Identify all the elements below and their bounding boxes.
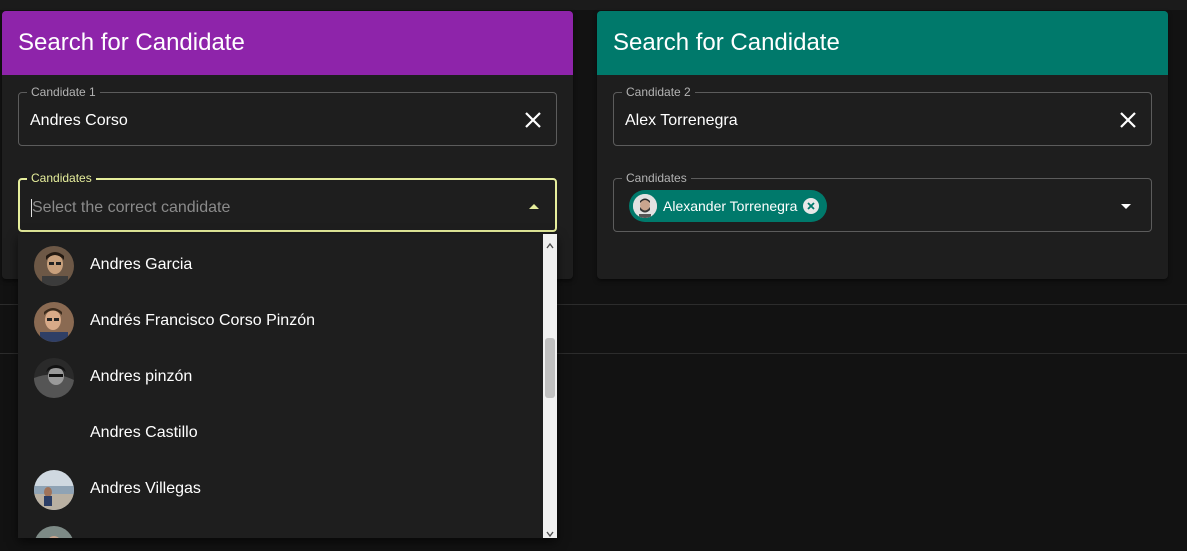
candidates-select-field[interactable]: Candidates Alexander Torrenegra	[613, 171, 1152, 232]
arrow-down-icon[interactable]	[1118, 199, 1134, 211]
list-item[interactable]: Andres Castillo	[18, 402, 543, 458]
field-label: Candidate 1	[27, 85, 100, 99]
candidates-search-input[interactable]: Select the correct candidate	[32, 198, 230, 218]
candidate-1-input[interactable]: Andres Corso	[30, 111, 128, 131]
app-page: Search for Candidate Candidate 1 Andres …	[0, 0, 1187, 551]
candidate-2-card: Search for Candidate Candidate 2 Alex To…	[597, 11, 1168, 279]
avatar	[34, 526, 74, 538]
scroll-down-arrow-icon[interactable]	[546, 525, 554, 538]
close-icon[interactable]	[1117, 109, 1139, 131]
list-item[interactable]	[18, 514, 543, 538]
arrow-up-icon[interactable]	[526, 200, 542, 212]
option-label: Andres Villegas	[90, 480, 201, 497]
option-label: Andres pinzón	[90, 368, 193, 385]
top-bar	[0, 0, 1187, 10]
scroll-up-arrow-icon[interactable]	[546, 237, 554, 249]
list-item[interactable]: Andres Garcia	[18, 234, 543, 290]
card-title: Search for Candidate	[18, 29, 245, 56]
scrollbar[interactable]	[543, 234, 557, 538]
cancel-icon[interactable]	[803, 198, 820, 214]
option-label: Andres Garcia	[90, 256, 193, 273]
list-item[interactable]: Andrés Francisco Corso Pinzón	[18, 290, 543, 346]
list-item[interactable]: Andres Villegas	[18, 458, 543, 514]
avatar	[34, 246, 74, 286]
card-header: Search for Candidate	[2, 11, 573, 75]
chip-label: Alexander Torrenegra	[663, 198, 798, 214]
list-item[interactable]: Andres pinzón	[18, 346, 543, 402]
candidates-select-field[interactable]: Candidates Select the correct candidate	[18, 171, 557, 232]
selected-candidate-chip[interactable]: Alexander Torrenegra	[629, 190, 828, 222]
avatar	[34, 302, 74, 342]
card-header: Search for Candidate	[597, 11, 1168, 75]
candidate-2-field[interactable]: Candidate 2 Alex Torrenegra	[613, 85, 1152, 146]
candidate-2-input[interactable]: Alex Torrenegra	[625, 111, 738, 131]
scrollbar-thumb[interactable]	[545, 338, 555, 398]
candidate-1-field[interactable]: Candidate 1 Andres Corso	[18, 85, 557, 146]
field-label: Candidates	[27, 171, 96, 185]
card-title: Search for Candidate	[613, 29, 840, 56]
avatar	[34, 470, 74, 510]
option-label: Andrés Francisco Corso Pinzón	[90, 312, 315, 329]
close-icon[interactable]	[522, 109, 544, 131]
candidates-dropdown-list[interactable]: Andres Garcia Andrés Francisco Corso Pin…	[18, 234, 557, 538]
avatar	[633, 194, 657, 218]
field-label: Candidate 2	[622, 85, 695, 99]
avatar	[34, 358, 74, 398]
option-label: Andres Castillo	[90, 424, 198, 441]
field-label: Candidates	[622, 171, 691, 185]
